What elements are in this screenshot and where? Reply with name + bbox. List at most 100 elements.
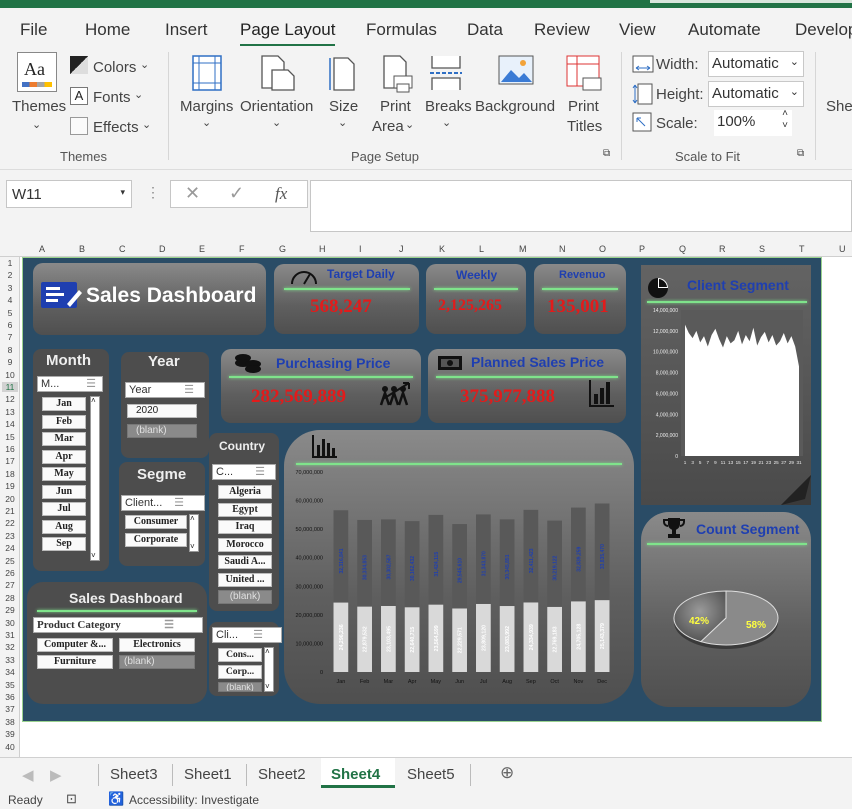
drag-handle-icon[interactable]: ⋮ [146, 184, 160, 201]
column-header[interactable]: U [839, 244, 846, 254]
column-header[interactable]: A [39, 244, 45, 254]
print-titles-label-2[interactable]: Titles [567, 118, 602, 135]
scroll-up-icon[interactable]: ˄ [91, 396, 96, 405]
segment-item-consumer[interactable]: Consumer [125, 515, 187, 529]
country-item[interactable]: United ... [218, 572, 272, 587]
multi-select-icon[interactable]: ☰ [164, 618, 174, 632]
product-item-electronics[interactable]: Electronics [119, 638, 195, 652]
column-header[interactable]: D [159, 244, 166, 254]
row-header[interactable]: 30 [2, 618, 18, 628]
row-header[interactable]: 15 [2, 432, 18, 442]
month-item[interactable]: Feb [42, 414, 86, 429]
breaks-button[interactable]: Breaks [425, 98, 472, 115]
multi-select-icon[interactable]: ☰ [184, 383, 194, 397]
fonts-button[interactable]: Fonts [93, 89, 131, 106]
row-header[interactable]: 40 [2, 742, 18, 752]
multi-select-icon[interactable]: ☰ [253, 628, 263, 642]
caret-down-icon[interactable]: ▾ [120, 187, 125, 198]
tab-review[interactable]: Review [534, 20, 590, 40]
scroll-down-icon[interactable]: ˅ [265, 682, 270, 691]
country-item[interactable]: (blank) [218, 590, 272, 604]
month-slicer-scrollbar[interactable]: ˄ ˅ [90, 396, 100, 561]
scroll-left-icon[interactable]: ◀ [22, 766, 34, 784]
tab-data[interactable]: Data [467, 20, 503, 40]
scroll-up-icon[interactable]: ˄ [190, 514, 195, 523]
print-titles-label-1[interactable]: Print [568, 98, 599, 115]
margins-button[interactable]: Margins [180, 98, 233, 115]
add-sheet-icon[interactable]: ⊕ [500, 763, 514, 783]
height-dropdown[interactable]: Automatic ⌄ [708, 81, 804, 107]
row-header[interactable]: 10 [2, 370, 18, 380]
column-header[interactable]: M [519, 244, 527, 254]
row-header[interactable]: 32 [2, 642, 18, 652]
row-header[interactable]: 7 [2, 332, 18, 342]
row-header[interactable]: 22 [2, 518, 18, 528]
spin-up-icon[interactable]: ˄ [782, 108, 788, 119]
segment-slicer-scrollbar[interactable]: ˄ ˅ [189, 514, 199, 552]
row-header[interactable]: 29 [2, 605, 18, 615]
column-header[interactable]: F [239, 244, 245, 254]
column-header[interactable]: J [399, 244, 404, 254]
row-header[interactable]: 27 [2, 580, 18, 590]
tab-home[interactable]: Home [85, 20, 130, 40]
product-filter[interactable]: Product Category ☰ [33, 617, 203, 633]
print-area-label-1[interactable]: Print [380, 98, 411, 115]
row-header[interactable]: 4 [2, 295, 18, 305]
product-item-computer[interactable]: Computer &... [37, 638, 113, 652]
client-item-consumer[interactable]: Cons... [218, 648, 262, 662]
row-header[interactable]: 9 [2, 357, 18, 367]
column-header[interactable]: G [279, 244, 286, 254]
accessibility-icon[interactable]: ♿ [108, 791, 124, 807]
month-item[interactable]: Jan [42, 397, 86, 411]
cancel-icon[interactable]: ✕ [185, 183, 200, 204]
country-item[interactable]: Iraq [218, 520, 272, 534]
column-header[interactable]: K [439, 244, 445, 254]
tab-insert[interactable]: Insert [165, 20, 208, 40]
row-header[interactable]: 12 [2, 394, 18, 404]
effects-button[interactable]: Effects [93, 119, 139, 136]
multi-select-icon[interactable]: ☰ [255, 465, 265, 479]
tab-automate[interactable]: Automate [688, 20, 761, 40]
background-button[interactable]: Background [475, 98, 555, 115]
column-header[interactable]: N [559, 244, 566, 254]
row-header[interactable]: 14 [2, 419, 18, 429]
product-item-blank[interactable]: (blank) [119, 655, 195, 669]
tab-developer[interactable]: Develop [795, 20, 852, 40]
country-filter[interactable]: C... ☰ [212, 464, 276, 480]
scroll-down-icon[interactable]: ˅ [190, 542, 195, 551]
sheet-tab-sheet1[interactable]: Sheet1 [184, 766, 232, 783]
year-filter[interactable]: Year ☰ [125, 382, 205, 398]
column-header[interactable]: C [119, 244, 126, 254]
themes-icon[interactable]: Aa [17, 52, 57, 92]
row-header[interactable]: 24 [2, 543, 18, 553]
month-item[interactable]: Sep [42, 537, 86, 551]
product-item-furniture[interactable]: Furniture [37, 655, 113, 669]
scroll-up-icon[interactable]: ˄ [265, 647, 270, 656]
row-header[interactable]: 35 [2, 680, 18, 690]
sheet-options-label[interactable]: She [826, 98, 852, 115]
themes-button-label[interactable]: Themes [12, 98, 66, 115]
multi-select-icon[interactable]: ☰ [174, 496, 184, 510]
tab-page-layout[interactable]: Page Layout [240, 20, 336, 47]
margins-icon[interactable] [190, 54, 224, 92]
country-item[interactable]: Morocco [218, 537, 272, 552]
month-item[interactable]: Aug [42, 519, 86, 534]
row-header[interactable]: 21 [2, 506, 18, 516]
row-header[interactable]: 8 [2, 345, 18, 355]
column-header[interactable]: I [359, 244, 362, 254]
row-header[interactable]: 20 [2, 494, 18, 504]
background-icon[interactable] [497, 54, 535, 90]
row-header[interactable]: 2 [2, 270, 18, 280]
country-item[interactable]: Saudi A... [218, 555, 272, 569]
row-header[interactable]: 37 [2, 704, 18, 714]
month-item[interactable]: May [42, 467, 86, 481]
row-header[interactable]: 31 [2, 630, 18, 640]
width-dropdown[interactable]: Automatic ⌄ [708, 51, 804, 77]
segment-filter[interactable]: Client... ☰ [121, 495, 205, 511]
dialog-launcher-icon[interactable]: ⧉ [797, 148, 804, 159]
sheet-tab-sheet2[interactable]: Sheet2 [258, 766, 306, 783]
column-header[interactable]: T [799, 244, 805, 254]
row-header[interactable]: 17 [2, 456, 18, 466]
tab-file[interactable]: File [20, 20, 47, 40]
year-item-2020[interactable]: 2020 [127, 404, 197, 418]
